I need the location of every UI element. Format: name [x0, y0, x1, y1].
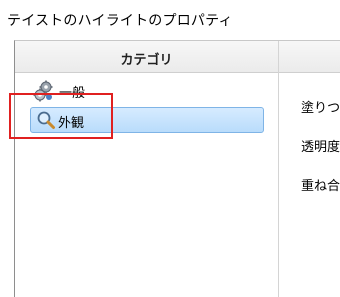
property-label-fill: 塗りつぶ	[301, 101, 340, 116]
category-header-label: カテゴリ	[120, 53, 173, 68]
properties-dialog: テイストのハイライトのプロパティ カテゴリ 一般 外観 塗りつ 透明度 重ね合	[0, 0, 340, 297]
property-label-overlap: 重ね合	[301, 179, 340, 194]
category-header[interactable]: カテゴリ	[15, 41, 278, 73]
annotation-highlight-box	[9, 93, 113, 139]
property-label-transparency: 透明度	[301, 140, 340, 155]
dialog-body: カテゴリ 一般 外観	[14, 40, 340, 297]
title-bar: テイストのハイライトのプロパティ	[0, 0, 340, 40]
window-title: テイストのハイライトのプロパティ	[7, 13, 233, 29]
properties-header	[279, 41, 340, 73]
category-pane: カテゴリ 一般 外観	[15, 41, 279, 297]
